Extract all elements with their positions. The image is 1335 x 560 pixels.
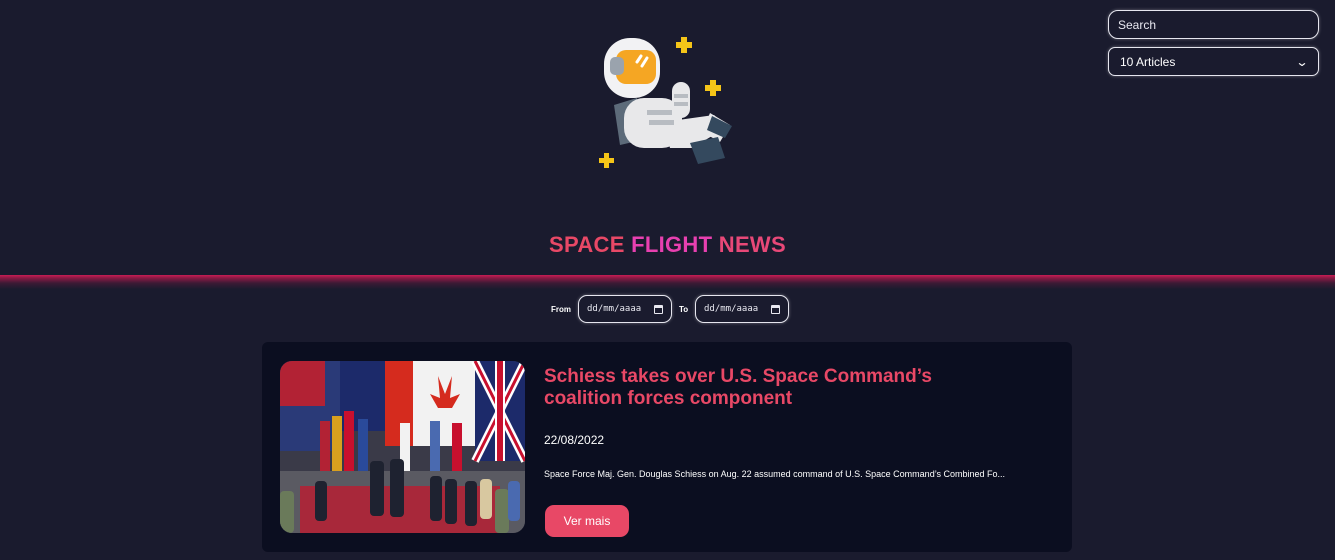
to-date-input[interactable]: dd/mm/aaaa	[695, 295, 789, 323]
title-word-news: NEWS	[718, 232, 786, 257]
header-divider	[0, 275, 1335, 289]
article-card: Schiess takes over U.S. Space Command’s …	[262, 342, 1072, 552]
title-word-space: SPACE	[549, 232, 625, 257]
article-count-value: 10 Articles	[1120, 54, 1176, 69]
search-input[interactable]	[1108, 10, 1319, 39]
from-date-input[interactable]: dd/mm/aaaa	[578, 295, 672, 323]
article-title[interactable]: Schiess takes over U.S. Space Command’s …	[544, 366, 964, 410]
calendar-icon[interactable]	[654, 304, 663, 314]
to-label: To	[679, 305, 689, 314]
date-filter: From dd/mm/aaaa To dd/mm/aaaa	[0, 295, 1335, 323]
site-title: SPACE FLIGHT NEWS	[0, 232, 1335, 258]
from-label: From	[551, 305, 571, 314]
article-date: 22/08/2022	[544, 433, 605, 447]
to-date-placeholder: dd/mm/aaaa	[704, 304, 759, 314]
article-excerpt: Space Force Maj. Gen. Douglas Schiess on…	[544, 469, 1006, 479]
chevron-down-icon: ⌄	[1295, 54, 1309, 69]
calendar-icon[interactable]	[771, 304, 780, 314]
article-image	[280, 361, 525, 533]
from-date-placeholder: dd/mm/aaaa	[587, 304, 642, 314]
astronaut-icon	[599, 37, 732, 168]
read-more-button[interactable]: Ver mais	[545, 505, 629, 537]
title-word-flight: FLIGHT	[631, 232, 713, 257]
article-count-select[interactable]: 10 Articles ⌄	[1108, 47, 1319, 76]
